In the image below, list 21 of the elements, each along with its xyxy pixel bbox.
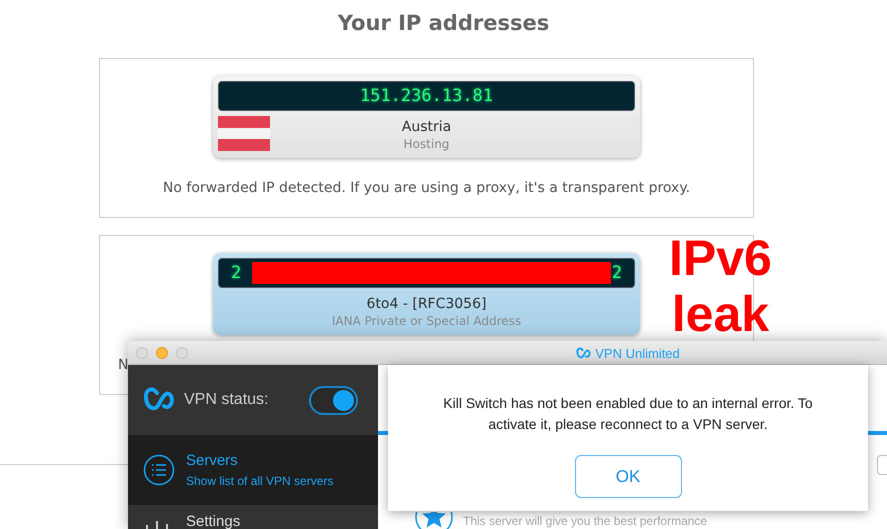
ip-digit: 2 — [612, 263, 622, 283]
window-title: VPN Unlimited — [595, 346, 680, 360]
ip-type: Hosting — [404, 136, 450, 150]
page-title: Your IP addresses — [336, 11, 550, 35]
forwarding-note: No forwarded IP detected. If you are using a proxy, it's a transparent proxy. — [162, 180, 692, 196]
dialog-message: Kill Switch has not been enabled due to an internal error. To activate it, please reconnect to a VPN server. — [442, 394, 814, 434]
annotation-line: leak — [672, 286, 770, 342]
ok-button[interactable]: OK — [574, 455, 682, 498]
menu-item-title: Servers — [186, 452, 239, 469]
menu-item-title: Settings — [186, 513, 240, 529]
annotation-line: IPv6 — [669, 230, 772, 286]
ip-type: IANA Private or Special Address — [332, 314, 522, 328]
server-hint: This server will give you the best performance — [463, 514, 708, 528]
location-name: Austria — [402, 118, 452, 134]
menu-item-subtitle: Show list of all VPN servers — [186, 474, 334, 488]
ip-address: 151.236.13.81 — [360, 86, 494, 106]
vpn-status-label: VPN status: — [184, 391, 270, 409]
menu-item[interactable]: Servers Show list of all VPN servers — [128, 435, 378, 505]
location-name: 6to4 - [RFC3056] — [366, 296, 486, 312]
forwarding-note: N — [118, 357, 130, 373]
ip-digit: 2 — [231, 263, 242, 283]
